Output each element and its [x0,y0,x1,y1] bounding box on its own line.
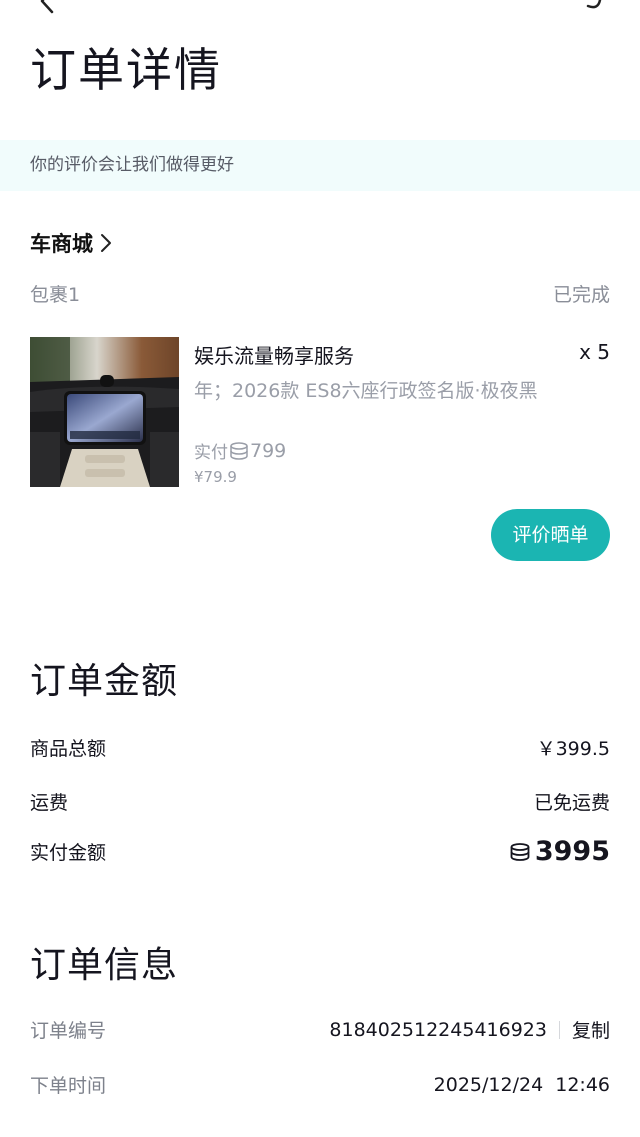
order-time-value: 2025/12/24 12:46 [433,1073,610,1096]
back-icon[interactable] [30,0,60,18]
copy-button[interactable]: 复制 [572,1016,610,1043]
goods-total-label: 商品总额 [30,738,107,760]
paid-amount-value: 3995 [509,836,610,867]
divider [558,1020,560,1039]
order-time-label: 下单时间 [30,1075,107,1097]
points-coin-icon [230,441,248,460]
product-quantity: x 5 [579,340,610,364]
order-number-group: 818402512245416923 复制 [329,1016,610,1043]
paid-amount-label: 实付金额 [30,842,107,864]
package-label: 包裹1 [30,284,81,306]
order-detail-page: 订单详情 你的评价会让我们做得更好 车商城 包裹1 已完成 娱乐流量畅享服务 x… [0,0,640,1137]
paid-amount-number: 3995 [534,836,610,867]
order-number-value: 818402512245416923 [329,1018,547,1041]
top-nav [0,0,640,20]
share-icon[interactable] [580,0,610,16]
points-coin-icon [510,842,530,861]
order-amount-title: 订单金额 [30,661,179,702]
product-name: 娱乐流量畅享服务 [194,344,354,368]
product-paid-label: 实付 [194,443,228,463]
shipping-value: 已免运费 [533,792,610,814]
product-spec: 年；2026款 ES8六座行政签名版·极夜黑 [194,380,538,402]
goods-total-row: 商品总额 ￥399.5 [30,734,610,761]
paid-amount-row: 实付金额 3995 [30,836,610,867]
product-item[interactable]: 娱乐流量畅享服务 x 5 年；2026款 ES8六座行政签名版·极夜黑 实付 7… [30,337,610,487]
order-number-row: 订单编号 818402512245416923 复制 [30,1016,610,1043]
shipping-label: 运费 [30,792,69,814]
package-status: 已完成 [552,284,610,306]
product-paid: 实付 799 [194,438,287,464]
goods-total-value: ￥399.5 [536,738,610,760]
order-info-title: 订单信息 [30,945,179,986]
store-link[interactable]: 车商城 [30,228,113,258]
package-row: 包裹1 已完成 [30,280,610,307]
product-image [30,337,179,487]
order-number-label: 订单编号 [30,1020,107,1042]
store-name: 车商城 [30,232,93,256]
order-time-row: 下单时间 2025/12/24 12:46 [30,1071,610,1098]
product-paid-points: 799 [250,439,287,462]
review-button[interactable]: 评价晒单 [491,509,610,561]
shipping-row: 运费 已免运费 [30,788,610,815]
product-price: ¥79.9 [194,468,237,486]
review-notice-banner: 你的评价会让我们做得更好 [0,140,640,191]
chevron-right-icon [101,234,111,252]
page-title: 订单详情 [30,43,222,97]
